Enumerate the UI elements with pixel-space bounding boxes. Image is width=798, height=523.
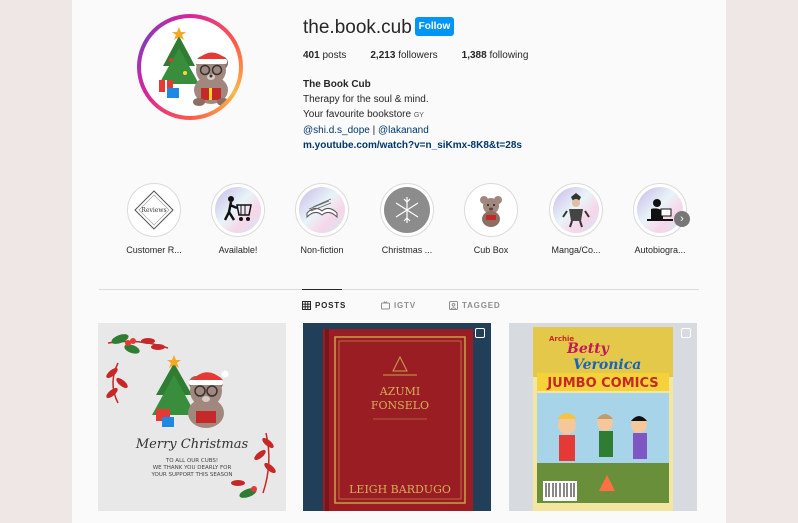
post-greeting-line-1: TO ALL OUR CUBS! [165, 458, 218, 464]
comic-cover-post-image: Archie Betty Veronica JUMBO COMICS [509, 323, 697, 511]
mention-link-2[interactable]: @lakanand [378, 125, 429, 136]
post-thumbnail[interactable]: Merry Christmas TO ALL OUR CUBS! WE THAN… [98, 323, 286, 511]
highlight-customer-reviews[interactable]: Reviews Customer R... [122, 183, 186, 255]
tab-igtv-label: IGTV [394, 301, 416, 310]
mention-separator: | [369, 125, 379, 136]
bio-line-2: Your favourite bookstore GY [303, 107, 522, 123]
tv-icon [381, 301, 390, 310]
comic-title-3: JUMBO COMICS [546, 376, 658, 391]
post-greeting-title: Merry Christmas [135, 437, 249, 452]
tab-igtv[interactable]: IGTV [381, 301, 416, 310]
highlight-label: Non-fiction [300, 245, 344, 255]
tab-posts[interactable]: POSTS [302, 301, 346, 310]
reading-person-icon [647, 199, 673, 221]
bio-url-link[interactable]: m.youtube.com/watch?v=n_siKmx-8K8&t=28s [303, 138, 522, 153]
highlight-label: Customer R... [126, 245, 182, 255]
highlight-non-fiction[interactable]: Non-fiction [290, 183, 354, 255]
followers-label: followers [398, 50, 438, 61]
bio-gy: GY [413, 112, 424, 119]
profile-tabs: POSTS IGTV TAGGED [99, 301, 699, 315]
tag-icon [449, 301, 458, 310]
bio-line-1: Therapy for the soul & mind. [303, 94, 429, 105]
multiple-photos-icon [475, 328, 485, 338]
story-highlights: Reviews Customer R... Available! Non-fic… [122, 183, 702, 263]
followers-count: 2,213 [370, 50, 396, 61]
teddy-bear-christmas-logo [159, 27, 233, 106]
highlight-available[interactable]: Available! [206, 183, 270, 255]
follow-button[interactable]: Follow [415, 17, 454, 36]
highlight-manga-comics[interactable]: Manga/Co... [544, 183, 608, 255]
followers-stat[interactable]: 2,213 followers [370, 50, 437, 61]
posts-count: 401 [303, 50, 320, 61]
posts-stat: 401 posts [303, 50, 346, 61]
profile-avatar[interactable] [137, 14, 243, 120]
post-thumbnail[interactable]: Archie Betty Veronica JUMBO COMICS [509, 323, 697, 511]
bio-mentions: @shi.d.s_dope | @lakanand [303, 123, 522, 138]
comic-title-2: Veronica [573, 357, 641, 373]
following-count: 1,388 [461, 50, 487, 61]
profile-bio: The Book Cub Therapy for the soul & mind… [303, 77, 522, 153]
tabs-divider [99, 289, 699, 290]
tab-tagged[interactable]: TAGGED [449, 301, 500, 310]
post-greeting-line-3: YOUR SUPPORT THIS SEASON [150, 472, 232, 478]
display-name: The Book Cub [303, 79, 371, 90]
snowflake-icon [395, 197, 419, 223]
teddy-bear-icon [480, 196, 502, 227]
profile-stats: 401 posts 2,213 followers 1,388 followin… [303, 50, 552, 61]
book-author: LEIGH BARDUGO [349, 483, 451, 496]
highlights-next-button[interactable]: › [674, 211, 690, 227]
reviews-badge-text: Reviews [141, 207, 166, 214]
highlight-cub-box[interactable]: Cub Box [459, 183, 523, 255]
shopping-cart-icon [223, 196, 252, 221]
open-book-icon [306, 198, 338, 219]
highlight-label: Available! [218, 245, 258, 255]
comic-title-1: Betty [566, 341, 610, 357]
highlight-label: Manga/Co... [551, 245, 601, 255]
christmas-post-image: Merry Christmas TO ALL OUR CUBS! WE THAN… [106, 334, 276, 498]
reviews-badge-icon: Reviews [134, 190, 174, 230]
mention-link-1[interactable]: @shi.d.s_dope [303, 125, 370, 136]
book-title-line-1: AZUMI [379, 385, 420, 398]
active-tab-indicator [302, 289, 342, 290]
post-greeting-line-2: WE THANK YOU DEARLY FOR [153, 465, 232, 471]
profile-username: the.book.cub [303, 17, 412, 38]
posts-label: posts [322, 50, 347, 61]
book-title-line-2: FONSELO [371, 399, 429, 412]
profile-page: the.book.cub Follow 401 posts 2,213 foll… [72, 0, 726, 523]
multiple-photos-icon [681, 328, 691, 338]
highlight-christmas[interactable]: Christmas ... [375, 183, 439, 255]
grid-icon [302, 301, 311, 310]
following-stat[interactable]: 1,388 following [462, 50, 529, 61]
highlight-label: Christmas ... [381, 245, 433, 255]
following-label: following [489, 50, 529, 61]
highlight-label: Autobiogra... [634, 245, 686, 255]
highlight-label: Cub Box [473, 245, 509, 255]
post-thumbnail[interactable]: AZUMI FONSELO LEIGH BARDUGO [303, 323, 491, 511]
bio-line-2-text: Your favourite bookstore [303, 109, 412, 120]
book-cover-post-image: AZUMI FONSELO LEIGH BARDUGO [303, 323, 491, 511]
manga-character-icon [562, 193, 590, 228]
tab-tagged-label: TAGGED [462, 301, 501, 310]
tab-posts-label: POSTS [315, 301, 347, 310]
